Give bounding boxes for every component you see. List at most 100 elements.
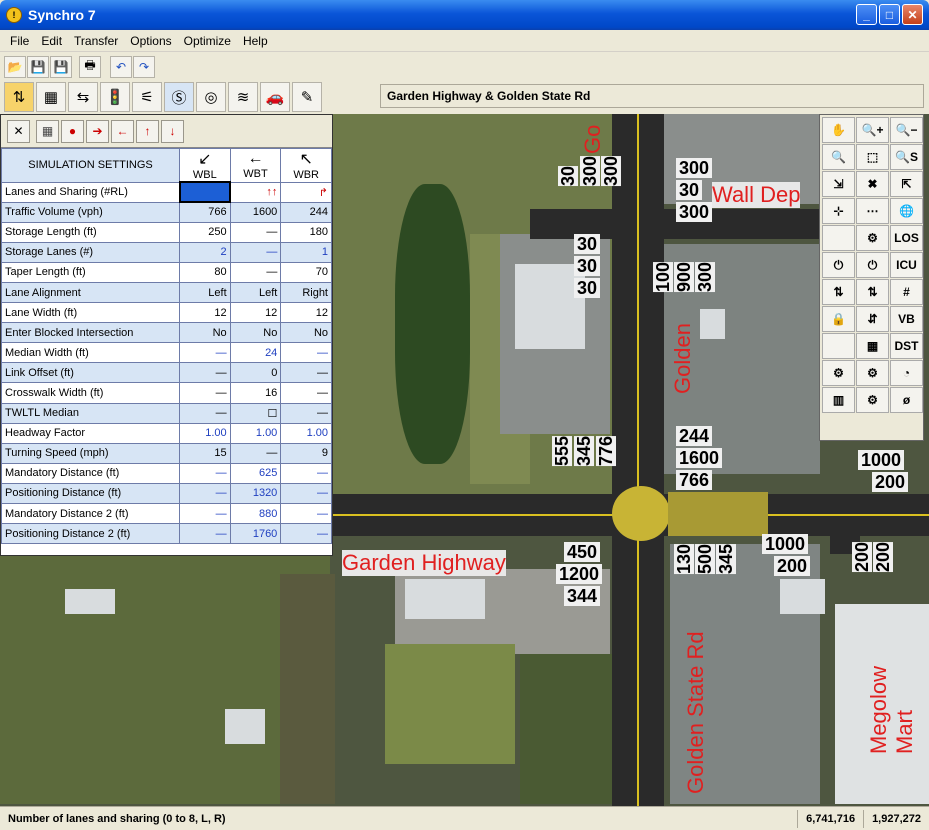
row-cell[interactable]: —	[179, 362, 231, 384]
save-icon[interactable]: 💾	[27, 55, 49, 78]
map-tool-button[interactable]: ICU	[890, 252, 923, 278]
row-cell[interactable]: 12	[280, 302, 332, 324]
map-tool-button[interactable]: ⏻	[856, 252, 889, 278]
row-cell[interactable]: 880	[229, 502, 282, 525]
menu-help[interactable]: Help	[237, 34, 274, 48]
row-cell[interactable]: —	[179, 482, 231, 505]
row-cell[interactable]: 766	[179, 201, 231, 223]
row-cell[interactable]: Left	[179, 281, 231, 304]
map-tool-button[interactable]: ◔	[890, 360, 923, 386]
row-cell[interactable]: 24	[229, 342, 282, 364]
close-button[interactable]: ✕	[902, 4, 923, 25]
row-cell[interactable]: 12	[179, 302, 231, 324]
lane-view-icon[interactable]: ▦	[36, 82, 66, 112]
row-cell[interactable]: 1.00	[280, 422, 332, 444]
row-cell[interactable]: —	[229, 241, 282, 263]
map-tool-button[interactable]: 🌐	[890, 198, 923, 224]
row-cell[interactable]: 1760	[229, 523, 282, 545]
row-cell[interactable]: 1	[280, 241, 332, 263]
row-cell[interactable]: No	[229, 322, 282, 344]
row-cell[interactable]: Right	[280, 281, 332, 304]
row-cell[interactable]: ↑↑	[229, 181, 282, 203]
map-tool-button[interactable]: ▦	[856, 333, 889, 359]
row-cell[interactable]: —	[229, 221, 282, 243]
map-tool-button[interactable]	[822, 333, 855, 359]
map-tool-button[interactable]: ⇅	[822, 279, 855, 305]
menu-file[interactable]: File	[4, 34, 35, 48]
print-icon[interactable]: 🖶	[79, 55, 101, 78]
timing-view-icon[interactable]: 🚦	[100, 82, 130, 112]
row-cell[interactable]: ↱	[280, 181, 332, 203]
map-tool-button[interactable]: DST	[890, 333, 923, 359]
row-cell[interactable]: —	[280, 342, 332, 364]
menu-optimize[interactable]: Optimize	[178, 34, 237, 48]
close-panel-icon[interactable]: ✕	[7, 119, 30, 143]
row-cell[interactable]: 9	[280, 442, 332, 464]
row-cell[interactable]: —	[280, 523, 332, 545]
map-tool-button[interactable]: ✋	[822, 117, 855, 143]
row-cell[interactable]: 15	[179, 442, 231, 464]
open-icon[interactable]: 📂	[4, 55, 26, 78]
map-tool-button[interactable]: ⇅	[856, 279, 889, 305]
timespace-icon[interactable]: ≋	[228, 82, 258, 112]
row-cell[interactable]: —	[229, 261, 282, 283]
roundabout[interactable]	[612, 486, 670, 541]
row-cell[interactable]: 12	[229, 302, 282, 324]
map-tool-button[interactable]: 🔍−	[890, 117, 923, 143]
row-cell[interactable]: Left	[229, 281, 282, 304]
menu-edit[interactable]: Edit	[35, 34, 68, 48]
map-tool-button[interactable]: 🔍+	[856, 117, 889, 143]
row-cell[interactable]: 2	[179, 241, 231, 263]
map-tool-button[interactable]: LOS	[890, 225, 923, 251]
maximize-button[interactable]: □	[879, 4, 900, 25]
map-tool-button[interactable]: ✖	[856, 171, 889, 197]
row-cell[interactable]: —	[280, 462, 332, 484]
map-tool-button[interactable]: ▥	[822, 387, 855, 413]
row-cell[interactable]: 625	[229, 462, 282, 484]
row-cell[interactable]: —	[280, 362, 332, 384]
map-tool-button[interactable]: ⚙	[856, 360, 889, 386]
map-tool-button[interactable]: ⊹	[822, 198, 855, 224]
row-cell[interactable]: —	[229, 442, 282, 464]
arrow-right-icon[interactable]: ➔	[86, 119, 109, 143]
arrow-up-icon[interactable]: ↑	[136, 119, 159, 143]
map-tool-button[interactable]: ⚙	[856, 387, 889, 413]
row-cell[interactable]: —	[280, 482, 332, 505]
map-tool-button[interactable]: ⬚	[856, 144, 889, 170]
report-icon[interactable]: ✎	[292, 82, 322, 112]
map-tool-button[interactable]: ø	[890, 387, 923, 413]
row-cell[interactable]: 180	[280, 221, 332, 243]
row-cell[interactable]: 1600	[229, 201, 282, 223]
map-tool-button[interactable]: ⋯	[856, 198, 889, 224]
row-cell[interactable]: 70	[280, 261, 332, 283]
row-cell[interactable]: —	[179, 382, 231, 404]
row-cell[interactable]: —	[179, 523, 231, 545]
row-cell[interactable]: 16	[229, 382, 282, 404]
undo-icon[interactable]: ↶	[110, 55, 132, 78]
row-cell[interactable]: 250	[179, 221, 231, 243]
map-tool-button[interactable]: ⇵	[856, 306, 889, 332]
arrow-down-icon[interactable]: ↓	[161, 119, 184, 143]
map-tool-button[interactable]: 🔒	[822, 306, 855, 332]
map-tool-button[interactable]: ⏻	[822, 252, 855, 278]
row-cell[interactable]: —	[280, 502, 332, 525]
map-tool-button[interactable]: ⇲	[822, 171, 855, 197]
map-tool-button[interactable]	[822, 225, 855, 251]
map-tool-button[interactable]: ⚙	[822, 360, 855, 386]
save-as-icon[interactable]: 💾	[50, 55, 72, 78]
row-cell[interactable]: 1320	[229, 482, 282, 505]
map-tool-button[interactable]: 🔍	[822, 144, 855, 170]
map-tool-button[interactable]: ⇱	[890, 171, 923, 197]
minimize-button[interactable]: _	[856, 4, 877, 25]
row-cell[interactable]: ☐	[229, 402, 282, 424]
row-cell[interactable]: —	[179, 462, 231, 484]
row-cell[interactable]: —	[280, 402, 332, 424]
map-tool-button[interactable]: VB	[890, 306, 923, 332]
row-cell[interactable]: 80	[179, 261, 231, 283]
arrow-left-icon[interactable]: ←	[111, 119, 134, 143]
row-cell[interactable]: —	[280, 382, 332, 404]
row-cell[interactable]	[178, 180, 232, 204]
map-view-icon[interactable]: ⇅	[4, 82, 34, 112]
row-cell[interactable]: 1.00	[229, 422, 282, 444]
row-cell[interactable]: No	[179, 322, 231, 344]
